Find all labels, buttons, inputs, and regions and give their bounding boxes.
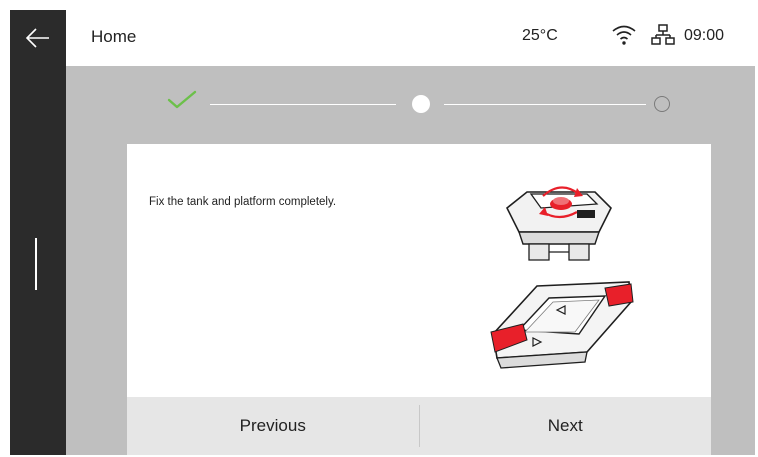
page-title: Home bbox=[91, 27, 137, 46]
next-button[interactable]: Next bbox=[420, 397, 712, 455]
step-pending-indicator bbox=[654, 96, 670, 112]
instruction-text: Fix the tank and platform completely. bbox=[149, 196, 337, 208]
previous-button[interactable]: Previous bbox=[127, 397, 419, 455]
app-window: Home 25°C 09:00 Fix the tank and platfor bbox=[10, 10, 755, 455]
check-icon bbox=[167, 90, 197, 109]
instruction-card: Fix the tank and platform completely. Pr… bbox=[127, 144, 711, 455]
arrow-left-icon bbox=[25, 28, 49, 48]
network-icon bbox=[651, 24, 675, 45]
sidebar bbox=[10, 10, 66, 455]
step-progress bbox=[66, 66, 755, 144]
step-current-indicator bbox=[412, 95, 430, 113]
tank-illustration bbox=[490, 281, 634, 369]
platform-illustration bbox=[505, 186, 612, 261]
wifi-icon bbox=[612, 25, 636, 45]
clock: 09:00 bbox=[684, 27, 725, 44]
step-connector bbox=[210, 104, 396, 105]
back-button[interactable] bbox=[10, 10, 66, 66]
top-bar: Home 25°C 09:00 bbox=[66, 10, 755, 66]
step-connector bbox=[444, 104, 646, 105]
card-footer: Previous Next bbox=[127, 397, 711, 455]
temperature-readout: 25°C bbox=[522, 27, 558, 44]
sidebar-drawer-handle[interactable] bbox=[35, 238, 37, 290]
